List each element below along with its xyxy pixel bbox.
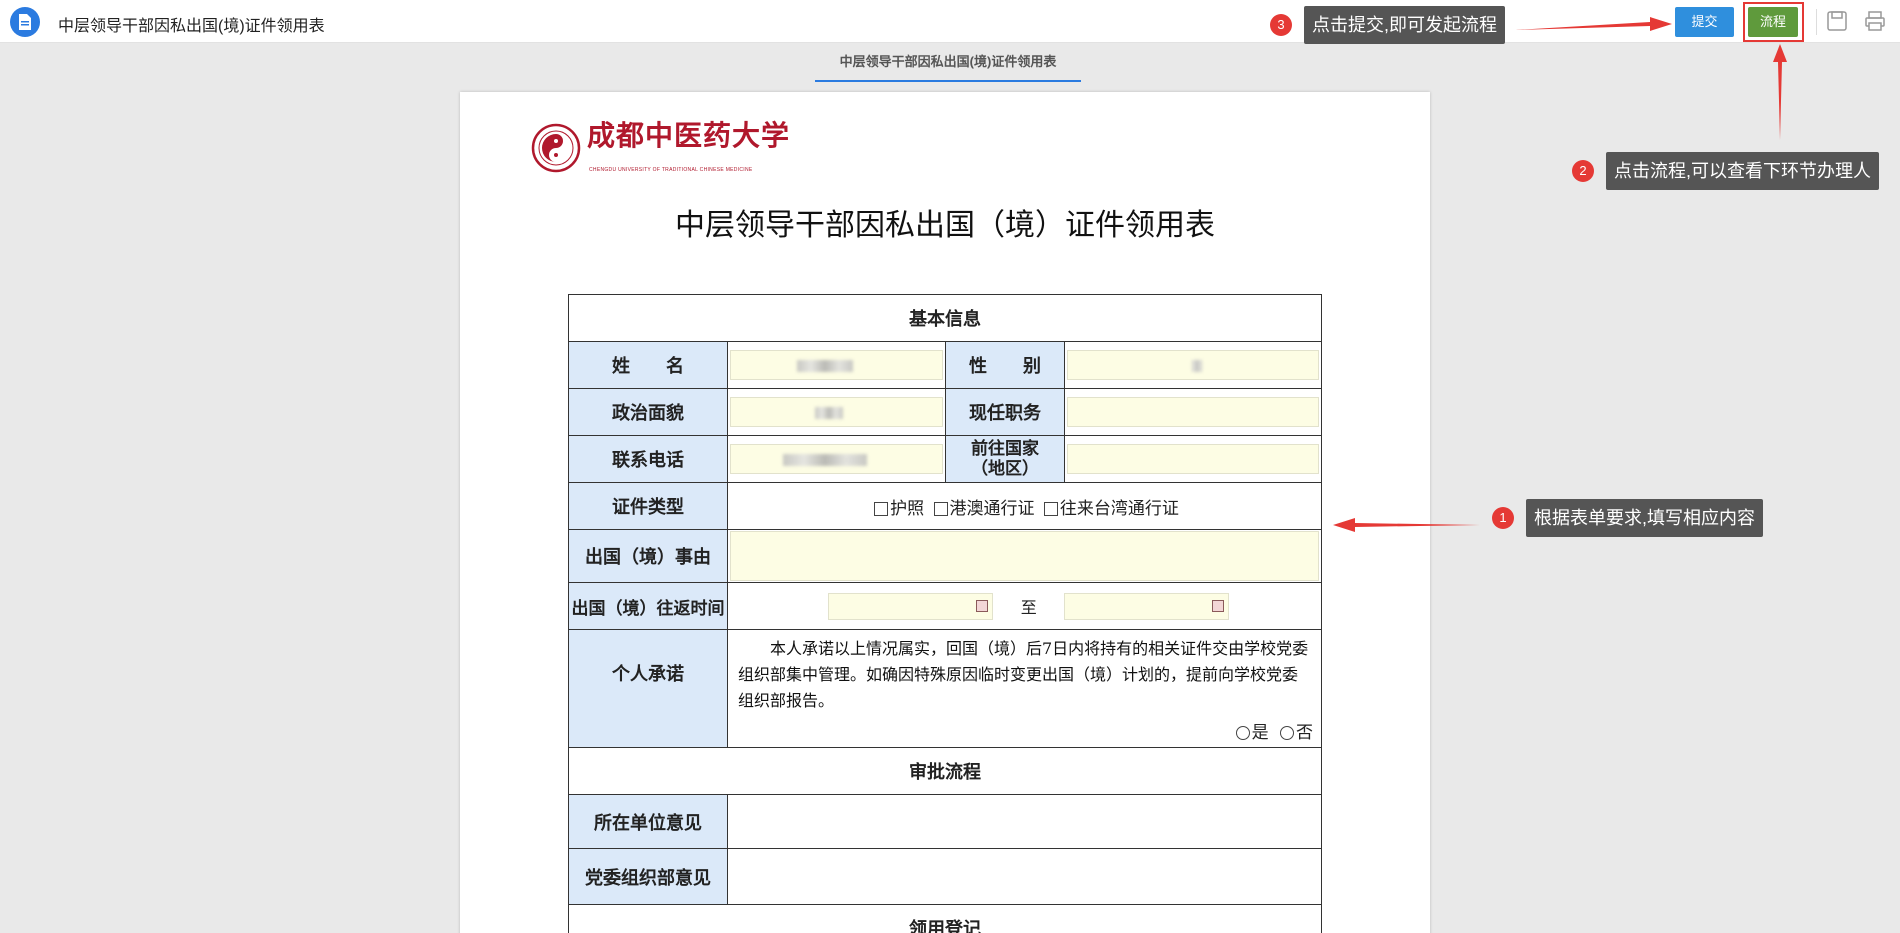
start-date-field[interactable] — [828, 592, 993, 620]
section-register: 领用登记 — [568, 904, 1322, 933]
cert-passport-label: 护照 — [890, 498, 925, 519]
document-title: 中层领导干部因私出国（境）证件领用表 — [675, 208, 1215, 243]
gender-label: 性 别 — [945, 341, 1065, 389]
redacted-value — [783, 454, 867, 466]
cert-type-label: 证件类型 — [568, 482, 728, 530]
promise-no-label: 否 — [1296, 723, 1313, 743]
country-label-line2: （地区） — [971, 459, 1039, 479]
unit-opinion-label: 所在单位意见 — [568, 794, 728, 849]
cert-hk-macau-checkbox[interactable] — [933, 501, 948, 516]
submit-button[interactable]: 提交 — [1675, 7, 1734, 37]
name-label: 姓 名 — [568, 341, 728, 389]
tab-form[interactable]: 中层领导干部因私出国(境)证件领用表 — [815, 43, 1081, 82]
annotation-tip-1: 根据表单要求,填写相应内容 — [1526, 499, 1763, 537]
save-icon[interactable] — [1826, 10, 1848, 32]
application-form: 基本信息 姓 名 性 别 政治面貌 现任职务 联系电话 前往国家 （地区） 证件… — [568, 294, 1322, 933]
flow-button-highlight — [1743, 2, 1804, 42]
phone-field[interactable] — [730, 444, 943, 474]
reason-field[interactable] — [730, 531, 1319, 581]
promise-yes-radio[interactable] — [1235, 726, 1250, 740]
app-title: 中层领导干部因私出国(境)证件领用表 — [58, 18, 325, 35]
time-label: 出国（境）往返时间 — [568, 582, 728, 630]
date-separator: 至 — [1020, 598, 1037, 617]
university-logo-text: 成都中医药大学 — [587, 119, 791, 152]
party-opinion-label: 党委组织部意见 — [568, 848, 728, 905]
promise-options: 是 否 — [730, 718, 1319, 743]
arrow-to-flow — [1773, 44, 1787, 140]
politics-label: 政治面貌 — [568, 388, 728, 436]
promise-yes-label: 是 — [1251, 723, 1269, 743]
phone-label: 联系电话 — [568, 435, 728, 483]
end-date-field[interactable] — [1064, 592, 1230, 620]
unit-opinion-value — [727, 794, 1322, 849]
cert-passport-checkbox[interactable] — [874, 501, 889, 516]
cert-hk-macau-label: 港澳通行证 — [949, 498, 1035, 519]
print-icon[interactable] — [1864, 10, 1886, 32]
name-field[interactable] — [730, 350, 943, 380]
country-label-line1: 前往国家 — [971, 439, 1039, 459]
redacted-value — [797, 360, 853, 372]
annotation-tip-2: 点击流程,可以查看下环节办理人 — [1606, 152, 1879, 190]
politics-field[interactable] — [730, 397, 943, 427]
annotation-tip-3: 点击提交,即可发起流程 — [1304, 6, 1505, 44]
calendar-icon[interactable] — [976, 599, 988, 612]
section-basic-info: 基本信息 — [568, 294, 1322, 342]
reason-label: 出国（境）事由 — [568, 529, 728, 583]
country-label: 前往国家 （地区） — [945, 435, 1065, 483]
redacted-value — [1192, 360, 1202, 372]
cert-taiwan-label: 往来台湾通行证 — [1059, 498, 1179, 519]
promise-no-radio[interactable] — [1280, 726, 1294, 740]
annotation-badge-1: 1 — [1492, 507, 1514, 529]
university-logo-subtext: CHENGDU UNIVERSITY OF TRADITIONAL CHINES… — [589, 167, 753, 173]
cert-type-options: 护照 港澳通行证 往来台湾通行证 — [727, 482, 1322, 530]
top-bar: 中层领导干部因私出国(境)证件领用表 提交 流程 — [0, 0, 1900, 43]
section-approval: 审批流程 — [568, 747, 1322, 795]
position-field[interactable] — [1067, 397, 1319, 427]
redacted-value — [815, 407, 843, 419]
promise-text: 本人承诺以上情况属实，回国（境）后7日内将持有的相关证件交由学校党委组织部集中管… — [738, 639, 1309, 710]
country-field[interactable] — [1067, 444, 1319, 474]
gender-field[interactable] — [1067, 350, 1319, 380]
cert-taiwan-checkbox[interactable] — [1043, 501, 1058, 516]
position-label: 现任职务 — [945, 388, 1065, 436]
toolbar-divider — [1816, 9, 1817, 35]
annotation-badge-2: 2 — [1572, 160, 1594, 182]
document-icon — [10, 7, 40, 37]
calendar-icon[interactable] — [1212, 599, 1225, 612]
party-opinion-value — [727, 848, 1322, 905]
promise-label: 个人承诺 — [568, 629, 728, 748]
annotation-badge-3: 3 — [1270, 14, 1292, 36]
form-document: 成都中医药大学 CHENGDU UNIVERSITY OF TRADITIONA… — [460, 92, 1430, 933]
